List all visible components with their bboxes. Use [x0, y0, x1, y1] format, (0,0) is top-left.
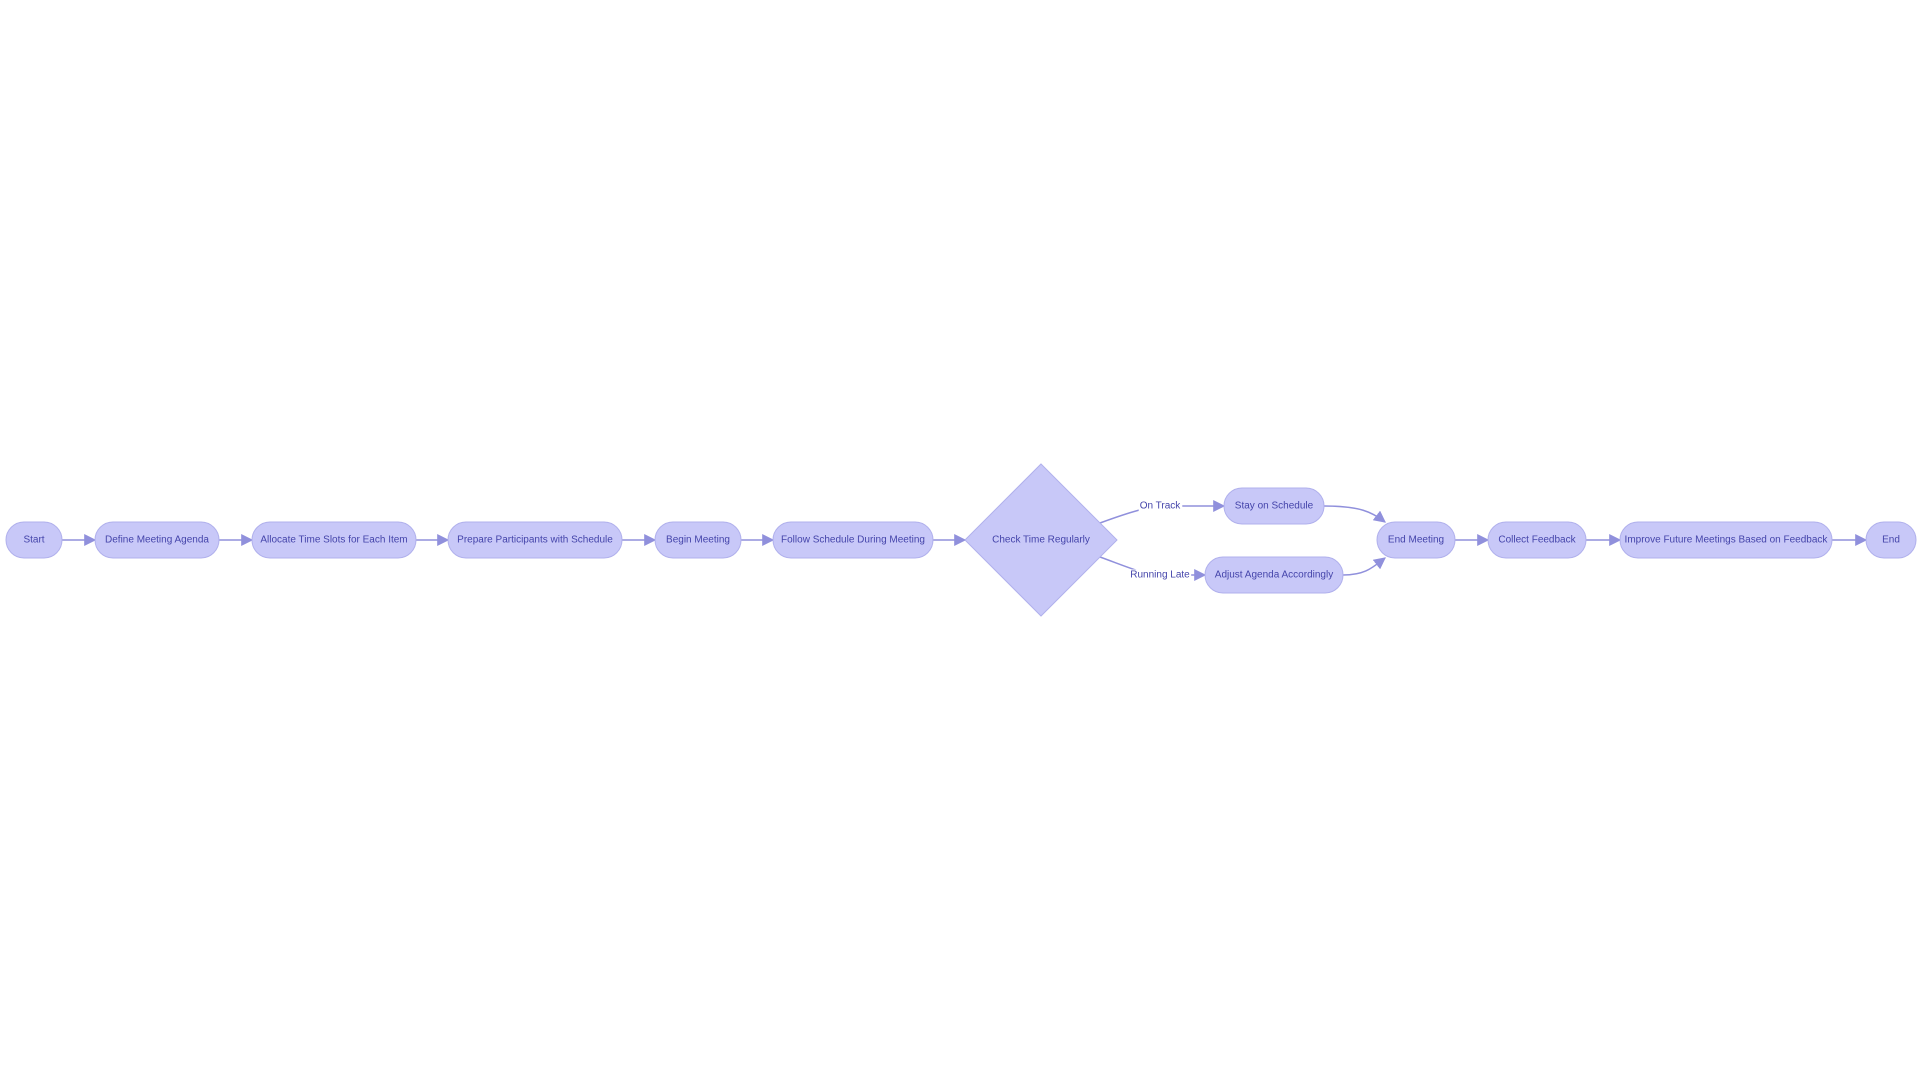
node-check: Check Time Regularly: [964, 463, 1118, 617]
edge-adjust-to-endmeeting: [1342, 557, 1386, 576]
node-adjust: Adjust Agenda Accordingly: [1204, 556, 1344, 594]
node-label: Begin Meeting: [666, 535, 730, 546]
node-label: Improve Future Meetings Based on Feedbac…: [1625, 535, 1829, 546]
edge-stay-to-endmeeting: [1323, 505, 1386, 523]
edge-label-running-late: Running Late: [1130, 570, 1190, 581]
node-label: Allocate Time Slots for Each Item: [260, 535, 407, 546]
node-label: Stay on Schedule: [1235, 501, 1314, 512]
node-endmeeting: End Meeting: [1376, 521, 1456, 559]
node-define: Define Meeting Agenda: [94, 521, 220, 559]
node-label: End Meeting: [1388, 535, 1444, 546]
node-stay: Stay on Schedule: [1223, 487, 1325, 525]
node-label: Check Time Regularly: [992, 535, 1090, 546]
node-label: End: [1882, 535, 1900, 546]
node-label: Prepare Participants with Schedule: [457, 535, 613, 546]
node-label: Follow Schedule During Meeting: [781, 535, 925, 546]
node-label: Define Meeting Agenda: [105, 535, 209, 546]
node-label: Adjust Agenda Accordingly: [1215, 570, 1333, 581]
node-start: Start: [5, 521, 63, 559]
edge-label-on-track: On Track: [1140, 501, 1182, 512]
flowchart-canvas: Start Define Meeting Agenda Allocate Time …: [5, 463, 1917, 617]
node-improve: Improve Future Meetings Based on Feedbac…: [1619, 521, 1833, 559]
node-begin: Begin Meeting: [654, 521, 742, 559]
node-end: End: [1865, 521, 1917, 559]
node-collect: Collect Feedback: [1487, 521, 1587, 559]
node-follow: Follow Schedule During Meeting: [772, 521, 934, 559]
node-prepare: Prepare Participants with Schedule: [447, 521, 623, 559]
node-allocate: Allocate Time Slots for Each Item: [251, 521, 417, 559]
node-label: Collect Feedback: [1498, 535, 1576, 546]
node-label: Start: [23, 535, 44, 546]
